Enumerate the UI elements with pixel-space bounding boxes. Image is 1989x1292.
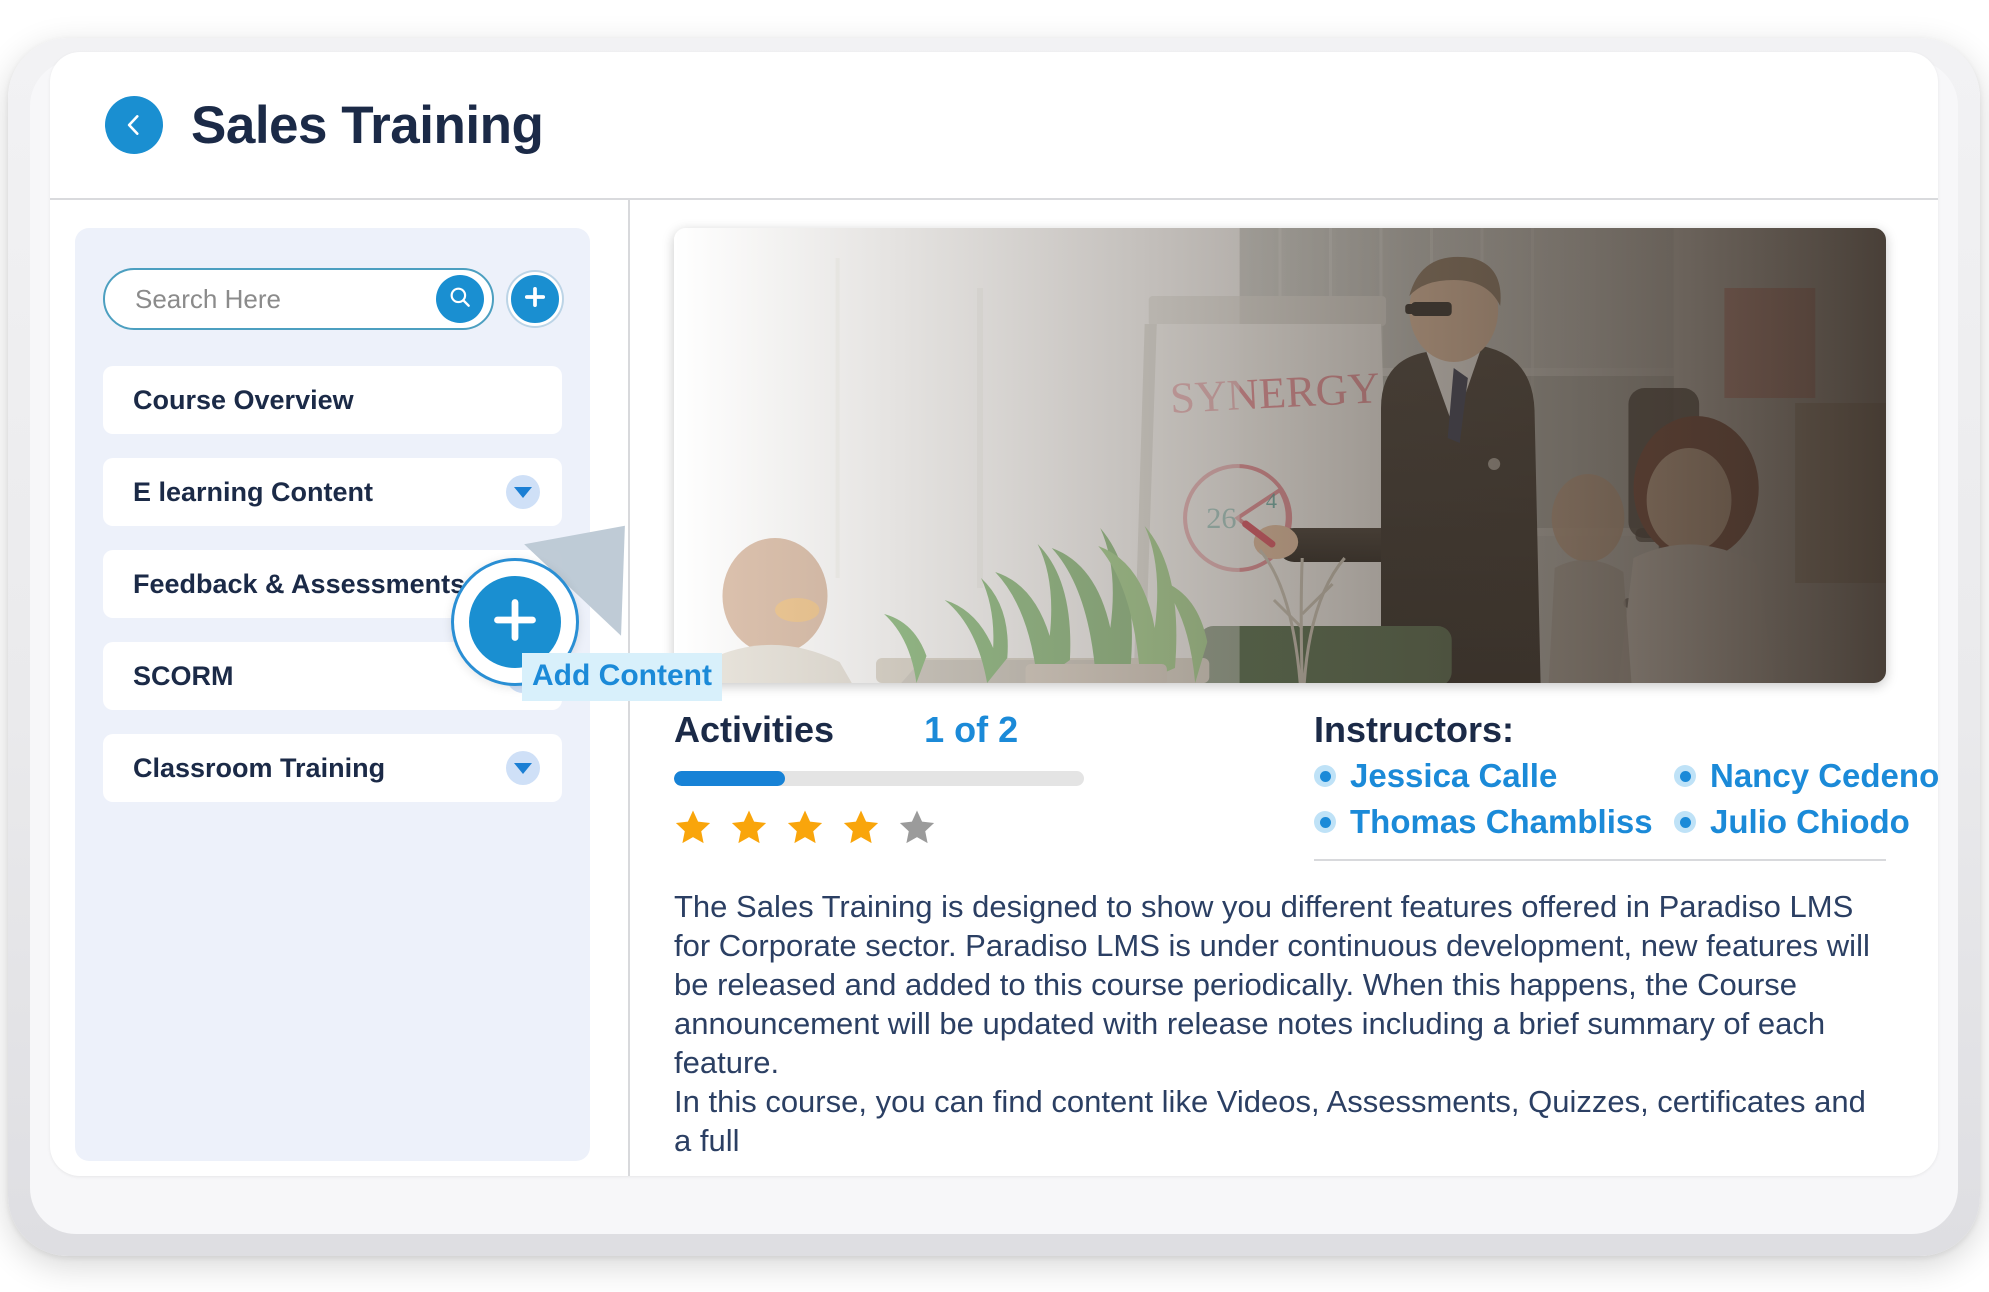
sidebar-item-label: E learning Content: [133, 476, 374, 507]
course-meta-row: Activities 1 of 2 Instructors: Jessica C…: [674, 709, 1938, 861]
plus-icon: [521, 283, 549, 316]
description-paragraph-2: In this course, you can find content lik…: [674, 1084, 1866, 1159]
star-icon-4[interactable]: [842, 808, 880, 846]
sidebar-item-label: Feedback & Assessments: [133, 568, 466, 599]
instructor-name: Julio Chiodo: [1710, 803, 1910, 840]
search-row: [103, 268, 562, 330]
back-button[interactable]: [105, 96, 163, 154]
app-header: Sales Training: [50, 52, 1938, 200]
instructors-section: Instructors: Jessica Calle Nancy Cedeno: [1314, 709, 1938, 861]
activities-progress-bar: [674, 771, 1084, 786]
star-icon-5[interactable]: [898, 808, 936, 846]
hero-illustration: SYNERGY 26 4: [674, 228, 1886, 683]
radio-dot-icon: [1674, 765, 1696, 787]
radio-dot-icon: [1314, 811, 1336, 833]
chevron-down-icon[interactable]: [506, 475, 540, 509]
sidebar-panel: Course Overview E learning Content Feedb…: [75, 228, 722, 1161]
instructor-name: Nancy Cedeno: [1710, 757, 1938, 794]
instructor-item[interactable]: Nancy Cedeno: [1674, 757, 1938, 795]
app-body: Course Overview E learning Content Feedb…: [50, 200, 1938, 1176]
sidebar-item-label: SCORM: [133, 660, 234, 691]
sidebar-item-label: Classroom Training: [133, 752, 386, 783]
rating-stars[interactable]: [674, 808, 1274, 846]
add-content-button[interactable]: [508, 272, 562, 326]
activities-progress-fill: [674, 771, 785, 786]
plus-icon: [487, 592, 543, 653]
search-box[interactable]: [103, 268, 494, 330]
radio-dot-icon: [1314, 765, 1336, 787]
sidebar-item-course-overview[interactable]: Course Overview: [103, 366, 562, 434]
instructor-name: Jessica Calle: [1350, 757, 1558, 794]
instructors-divider: [1314, 859, 1886, 861]
instructor-name: Thomas Chambliss: [1350, 803, 1653, 840]
sidebar-item-label: Course Overview: [133, 384, 354, 415]
star-icon-3[interactable]: [786, 808, 824, 846]
add-content-tooltip: Add Content: [522, 653, 722, 701]
instructors-title: Instructors:: [1314, 709, 1515, 750]
activities-count[interactable]: 1 of 2: [924, 709, 1018, 751]
search-button[interactable]: [436, 275, 484, 323]
sidebar-item-e-learning-content[interactable]: E learning Content: [103, 458, 562, 526]
search-icon: [447, 284, 473, 315]
activities-title: Activities: [674, 709, 835, 750]
sidebar-item-classroom-training[interactable]: Classroom Training: [103, 734, 562, 802]
instructor-item[interactable]: Thomas Chambliss: [1314, 803, 1653, 841]
search-input[interactable]: [135, 283, 426, 315]
instructors-list: Jessica Calle Nancy Cedeno Thomas Chambl…: [1314, 757, 1938, 841]
activities-section: Activities 1 of 2: [674, 709, 1274, 861]
activities-header: Activities 1 of 2: [674, 709, 1274, 751]
star-icon-1[interactable]: [674, 808, 712, 846]
star-icon-2[interactable]: [730, 808, 768, 846]
main-content: SYNERGY 26 4: [630, 228, 1938, 1176]
instructor-item[interactable]: Julio Chiodo: [1674, 803, 1938, 841]
course-hero-image: SYNERGY 26 4: [674, 228, 1886, 683]
description-paragraph-1: The Sales Training is designed to show y…: [674, 889, 1870, 1081]
chevron-down-icon[interactable]: [506, 751, 540, 785]
page-title: Sales Training: [191, 95, 544, 155]
chevron-left-icon: [121, 112, 147, 138]
course-description: The Sales Training is designed to show y…: [674, 887, 1886, 1160]
radio-dot-icon: [1674, 811, 1696, 833]
instructor-item[interactable]: Jessica Calle: [1314, 757, 1644, 795]
sidebar: Course Overview E learning Content Feedb…: [50, 228, 722, 1176]
app-window: Sales Training Search Here Course Overvi…: [50, 52, 1938, 1176]
